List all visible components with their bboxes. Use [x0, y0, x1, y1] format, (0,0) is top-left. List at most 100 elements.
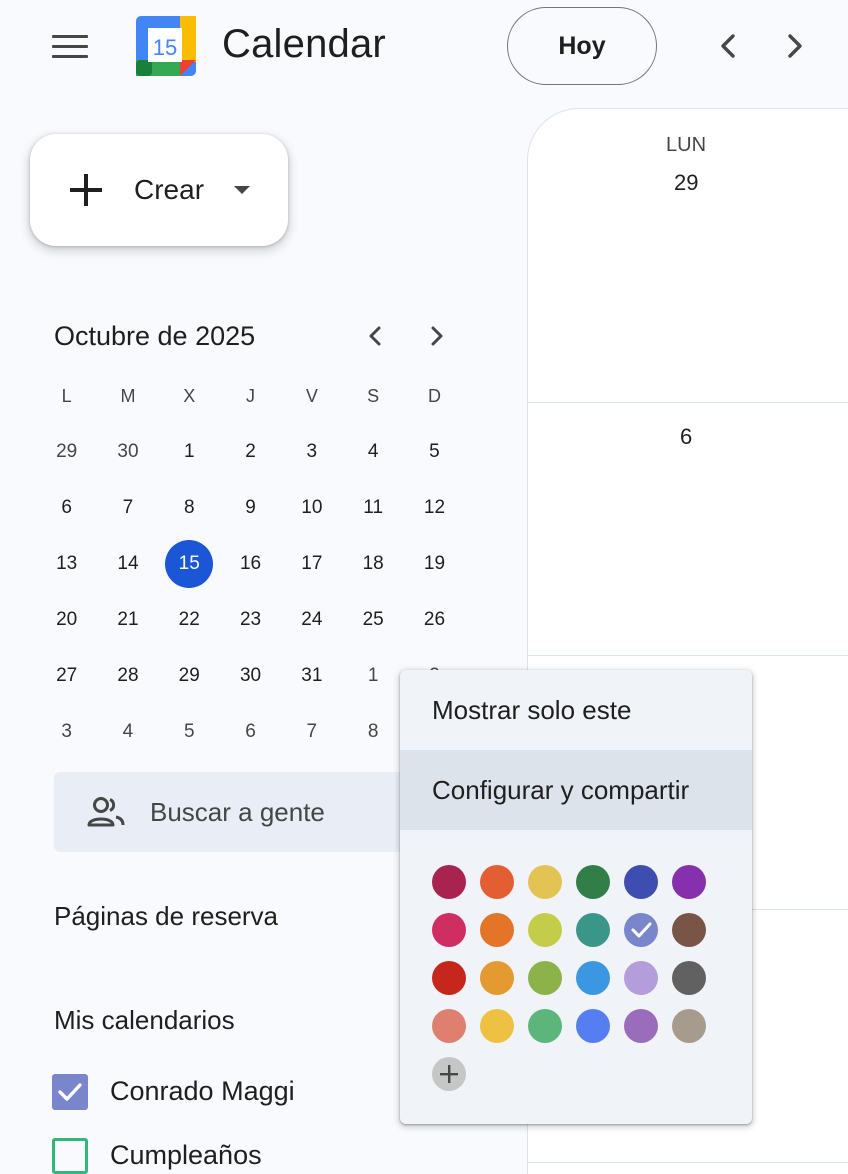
mini-day-cell[interactable]: 28 — [97, 648, 158, 704]
color-swatch[interactable] — [432, 865, 466, 899]
mini-weekday-label: V — [281, 368, 342, 424]
mini-day-number: 28 — [117, 665, 139, 686]
mini-day-cell[interactable]: 22 — [159, 592, 220, 648]
mini-day-cell[interactable]: 24 — [281, 592, 342, 648]
mini-day-number: 18 — [362, 553, 384, 574]
mini-day-cell[interactable]: 2 — [220, 424, 281, 480]
mini-weekday-label: S — [343, 368, 404, 424]
mini-next-month-icon[interactable] — [422, 320, 450, 352]
mini-day-cell[interactable]: 13 — [36, 536, 97, 592]
mini-day-number: 5 — [429, 441, 440, 462]
mini-day-number: 6 — [245, 721, 256, 742]
calendar-checkbox-birthdays[interactable] — [52, 1138, 88, 1174]
chevron-left-icon[interactable] — [713, 28, 745, 64]
mini-day-cell[interactable]: 27 — [36, 648, 97, 704]
calendar-checkbox-conrado[interactable] — [52, 1074, 88, 1110]
color-swatch[interactable] — [624, 865, 658, 899]
color-swatch[interactable] — [576, 865, 610, 899]
mini-prev-month-icon[interactable] — [362, 320, 390, 352]
mini-day-cell[interactable]: 1 — [159, 424, 220, 480]
booking-pages-heading[interactable]: Páginas de reserva — [54, 901, 278, 932]
mini-day-cell[interactable]: 7 — [281, 704, 342, 760]
color-swatch[interactable] — [576, 961, 610, 995]
mini-day-cell[interactable]: 18 — [343, 536, 404, 592]
mini-day-cell[interactable]: 20 — [36, 592, 97, 648]
mini-weekday-label: X — [159, 368, 220, 424]
color-swatch[interactable] — [480, 865, 514, 899]
mini-day-cell[interactable]: 30 — [220, 648, 281, 704]
mini-day-cell[interactable]: 5 — [159, 704, 220, 760]
calendar-logo-icon[interactable]: 15 — [134, 14, 198, 78]
color-swatch[interactable] — [624, 1009, 658, 1043]
mini-day-cell[interactable]: 30 — [97, 424, 158, 480]
mini-day-cell[interactable]: 26 — [404, 592, 465, 648]
color-swatch[interactable] — [624, 961, 658, 995]
mini-day-cell[interactable]: 14 — [97, 536, 158, 592]
color-swatch[interactable] — [480, 913, 514, 947]
color-swatch[interactable] — [576, 913, 610, 947]
color-swatch[interactable] — [672, 865, 706, 899]
color-swatch[interactable] — [672, 913, 706, 947]
mini-day-cell[interactable]: 1 — [343, 648, 404, 704]
main-menu-button[interactable] — [50, 32, 90, 60]
add-custom-color-button[interactable] — [432, 1057, 466, 1091]
color-swatch[interactable] — [528, 1009, 562, 1043]
mini-day-cell[interactable]: 10 — [281, 480, 342, 536]
color-swatch[interactable] — [480, 961, 514, 995]
color-swatch[interactable] — [480, 1009, 514, 1043]
today-button[interactable]: Hoy — [507, 7, 657, 85]
calendar-label-conrado[interactable]: Conrado Maggi — [110, 1076, 295, 1107]
mini-day-number: 30 — [239, 665, 262, 686]
color-swatch[interactable] — [432, 961, 466, 995]
calendar-label-birthdays[interactable]: Cumpleaños — [110, 1140, 262, 1171]
mini-day-cell[interactable]: 31 — [281, 648, 342, 704]
mini-day-cell[interactable]: 17 — [281, 536, 342, 592]
color-swatch[interactable] — [624, 913, 658, 947]
mini-day-cell[interactable]: 9 — [220, 480, 281, 536]
color-swatch[interactable] — [528, 865, 562, 899]
mini-day-number: 22 — [178, 609, 200, 630]
mini-day-number: 11 — [363, 497, 384, 518]
mini-day-cell[interactable]: 8 — [343, 704, 404, 760]
day-number[interactable]: 29 — [674, 170, 698, 196]
mini-day-cell[interactable]: 7 — [97, 480, 158, 536]
mini-day-cell[interactable]: 5 — [404, 424, 465, 480]
mini-day-cell[interactable]: 11 — [343, 480, 404, 536]
display-only-this-item[interactable]: Mostrar solo este — [400, 670, 752, 750]
color-swatch[interactable] — [528, 961, 562, 995]
mini-day-cell[interactable]: 6 — [220, 704, 281, 760]
color-swatch[interactable] — [432, 1009, 466, 1043]
color-swatch[interactable] — [528, 913, 562, 947]
mini-day-cell[interactable]: 8 — [159, 480, 220, 536]
mini-day-cell[interactable]: 25 — [343, 592, 404, 648]
mini-day-number: J — [246, 385, 256, 406]
mini-day-cell[interactable]: 23 — [220, 592, 281, 648]
caret-down-icon[interactable] — [231, 182, 253, 198]
color-swatch[interactable] — [672, 1009, 706, 1043]
mini-day-cell[interactable]: 3 — [281, 424, 342, 480]
mini-day-number: L — [61, 385, 72, 406]
day-number[interactable]: 6 — [680, 424, 692, 450]
chevron-right-icon[interactable] — [778, 28, 810, 64]
mini-day-cell[interactable]: 12 — [404, 480, 465, 536]
mini-day-cell[interactable]: 6 — [36, 480, 97, 536]
mini-day-cell[interactable]: 21 — [97, 592, 158, 648]
mini-day-number: 3 — [306, 441, 318, 462]
color-swatch[interactable] — [576, 1009, 610, 1043]
color-swatch[interactable] — [672, 961, 706, 995]
check-icon — [58, 1083, 82, 1101]
mini-day-cell[interactable]: 16 — [220, 536, 281, 592]
mini-day-number: 23 — [239, 609, 262, 630]
mini-day-cell[interactable]: 4 — [97, 704, 158, 760]
mini-day-cell[interactable]: 15 — [159, 536, 220, 592]
mini-day-cell[interactable]: 29 — [159, 648, 220, 704]
my-calendars-heading[interactable]: Mis calendarios — [54, 1005, 235, 1036]
settings-and-sharing-item[interactable]: Configurar y compartir — [400, 750, 752, 830]
color-swatch[interactable] — [432, 913, 466, 947]
mini-day-cell[interactable]: 19 — [404, 536, 465, 592]
mini-day-cell[interactable]: 4 — [343, 424, 404, 480]
mini-day-number: 20 — [56, 609, 78, 630]
mini-day-cell[interactable]: 3 — [36, 704, 97, 760]
mini-day-cell[interactable]: 29 — [36, 424, 97, 480]
mini-day-number: M — [120, 385, 136, 406]
